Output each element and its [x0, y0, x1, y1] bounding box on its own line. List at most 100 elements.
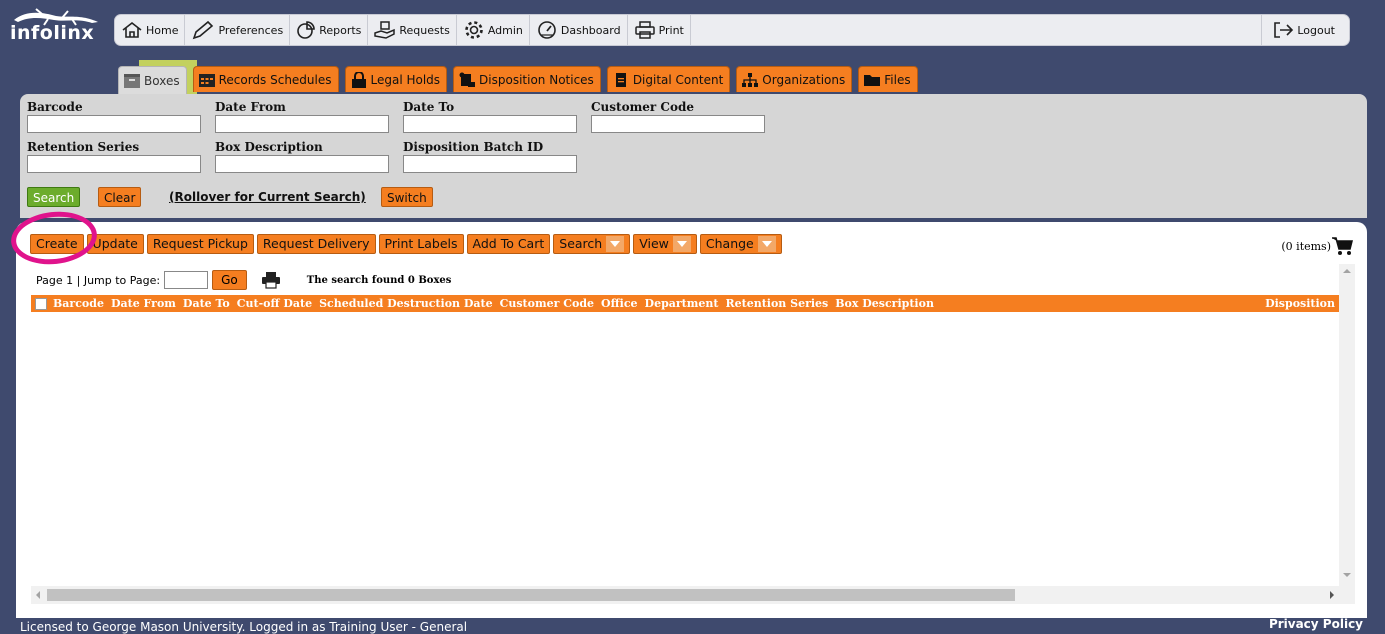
gauge-icon	[538, 21, 556, 39]
date-to-field: Date To	[403, 100, 577, 133]
horizontal-scroll-thumb[interactable]	[47, 589, 1015, 601]
retention-series-label: Retention Series	[27, 140, 140, 154]
pencil-icon	[193, 20, 214, 40]
nav-reports-label: Reports	[319, 23, 362, 37]
column-header[interactable]: Retention Series	[725, 297, 828, 310]
select-all-checkbox[interactable]	[35, 297, 47, 310]
date-to-input[interactable]	[403, 115, 577, 133]
search-menu-button[interactable]: Search	[553, 234, 631, 254]
search-button[interactable]: Search	[27, 187, 81, 207]
vertical-scrollbar[interactable]	[1339, 264, 1355, 604]
print-labels-label: Print Labels	[384, 236, 458, 251]
view-menu-button[interactable]: View	[633, 234, 697, 254]
printer-icon	[634, 21, 655, 39]
column-header[interactable]: Box Description	[835, 297, 934, 310]
update-button[interactable]: Update	[86, 234, 144, 254]
nav-print-label: Print	[658, 23, 684, 37]
scroll-down-arrow-icon[interactable]	[1339, 568, 1355, 582]
tab-records-schedules-label: Records Schedules	[218, 72, 332, 87]
barcode-input[interactable]	[27, 115, 201, 133]
cart-count: (0 items)	[1281, 239, 1331, 253]
tab-digital-content[interactable]: Digital Content	[606, 66, 731, 92]
nav-requests[interactable]: Requests	[368, 15, 457, 45]
box-description-input[interactable]	[215, 155, 389, 173]
tab-organizations-label: Organizations	[762, 72, 846, 87]
disposition-batch-id-field: Disposition Batch ID	[403, 140, 577, 173]
search-panel: Barcode Date From Date To Customer Code …	[20, 94, 1367, 218]
printer-icon[interactable]	[261, 271, 281, 289]
request-pickup-button[interactable]: Request Pickup	[146, 234, 254, 254]
tab-legal-holds[interactable]: Legal Holds	[344, 66, 448, 92]
tab-files-label: Files	[884, 72, 911, 87]
nav-admin-label: Admin	[487, 23, 523, 37]
request-pickup-label: Request Pickup	[152, 236, 248, 251]
tab-files[interactable]: Files	[858, 66, 918, 92]
box-icon	[124, 73, 140, 88]
nav-print[interactable]: Print	[628, 15, 691, 45]
tab-boxes[interactable]: Boxes	[118, 66, 187, 94]
nav-dashboard[interactable]: Dashboard	[530, 15, 628, 45]
column-header[interactable]: Office	[601, 297, 638, 310]
nav-requests-label: Requests	[399, 23, 450, 37]
retention-series-input[interactable]	[27, 155, 201, 173]
create-button[interactable]: Create	[30, 234, 84, 254]
nav-reports[interactable]: Reports	[290, 15, 369, 45]
license-text: Licensed to George Mason University. Log…	[20, 620, 468, 634]
tab-organizations[interactable]: Organizations	[736, 66, 853, 92]
box-description-label: Box Description	[215, 140, 323, 154]
action-toolbar: Create Update Request Pickup Request Del…	[30, 234, 785, 254]
barcode-field: Barcode	[27, 100, 201, 133]
nav-preferences[interactable]: Preferences	[185, 15, 291, 45]
switch-button[interactable]: Switch	[381, 187, 433, 207]
date-from-input[interactable]	[215, 115, 389, 133]
rollover-current-search-link[interactable]: (Rollover for Current Search)	[169, 190, 366, 204]
infolinx-logo: infolinx	[8, 8, 108, 56]
add-to-cart-label: Add To Cart	[472, 236, 545, 251]
folder-icon	[864, 74, 881, 86]
tab-records-schedules[interactable]: Records Schedules	[192, 66, 339, 92]
nav-home[interactable]: Home	[115, 15, 186, 45]
column-header[interactable]: Department	[645, 297, 719, 310]
add-to-cart-button[interactable]: Add To Cart	[466, 234, 551, 254]
scroll-left-arrow-icon[interactable]	[31, 586, 45, 604]
barcode-label: Barcode	[27, 100, 83, 114]
nav-admin[interactable]: Admin	[457, 15, 530, 45]
customer-code-label: Customer Code	[591, 100, 694, 114]
change-menu-label: Change	[705, 236, 754, 251]
clear-button[interactable]: Clear	[98, 187, 142, 207]
chevron-down-icon	[672, 236, 691, 252]
request-delivery-button[interactable]: Request Delivery	[256, 234, 376, 254]
logout-icon	[1274, 22, 1294, 38]
column-header[interactable]: Barcode	[53, 297, 104, 310]
customer-code-input[interactable]	[591, 115, 765, 133]
box-description-field: Box Description	[215, 140, 389, 173]
tab-disposition-notices[interactable]: Disposition Notices	[453, 66, 601, 92]
column-header[interactable]: Customer Code	[500, 297, 594, 310]
column-header[interactable]: Scheduled Destruction Date	[319, 297, 493, 310]
privacy-policy-link[interactable]: Privacy Policy	[1269, 617, 1363, 631]
scroll-right-arrow-icon[interactable]	[1325, 586, 1339, 604]
change-menu-button[interactable]: Change	[699, 234, 782, 254]
horizontal-scrollbar[interactable]	[31, 586, 1339, 604]
customer-code-field: Customer Code	[591, 100, 765, 133]
scroll-icon	[459, 72, 476, 87]
go-button[interactable]: Go	[212, 270, 247, 290]
tab-legal-holds-label: Legal Holds	[370, 72, 441, 87]
tab-digital-content-label: Digital Content	[632, 72, 724, 87]
cart[interactable]: (0 items)	[1281, 236, 1353, 256]
column-header-disposition[interactable]: Disposition	[1265, 297, 1335, 310]
jump-to-page-input[interactable]	[164, 271, 209, 289]
disposition-batch-id-input[interactable]	[403, 155, 577, 173]
calendar-icon	[198, 73, 215, 87]
chevron-down-icon	[606, 236, 625, 252]
gear-icon	[465, 21, 483, 39]
nav-dashboard-label: Dashboard	[560, 23, 621, 37]
print-labels-button[interactable]: Print Labels	[378, 234, 464, 254]
column-header[interactable]: Date To	[183, 297, 230, 310]
scroll-up-arrow-icon[interactable]	[1339, 264, 1355, 278]
column-header[interactable]: Cut-off Date	[237, 297, 312, 310]
pie-chart-icon	[297, 21, 315, 39]
column-header[interactable]: Date From	[111, 297, 176, 310]
nav-preferences-label: Preferences	[218, 23, 284, 37]
logout-button[interactable]: Logout	[1261, 15, 1349, 45]
